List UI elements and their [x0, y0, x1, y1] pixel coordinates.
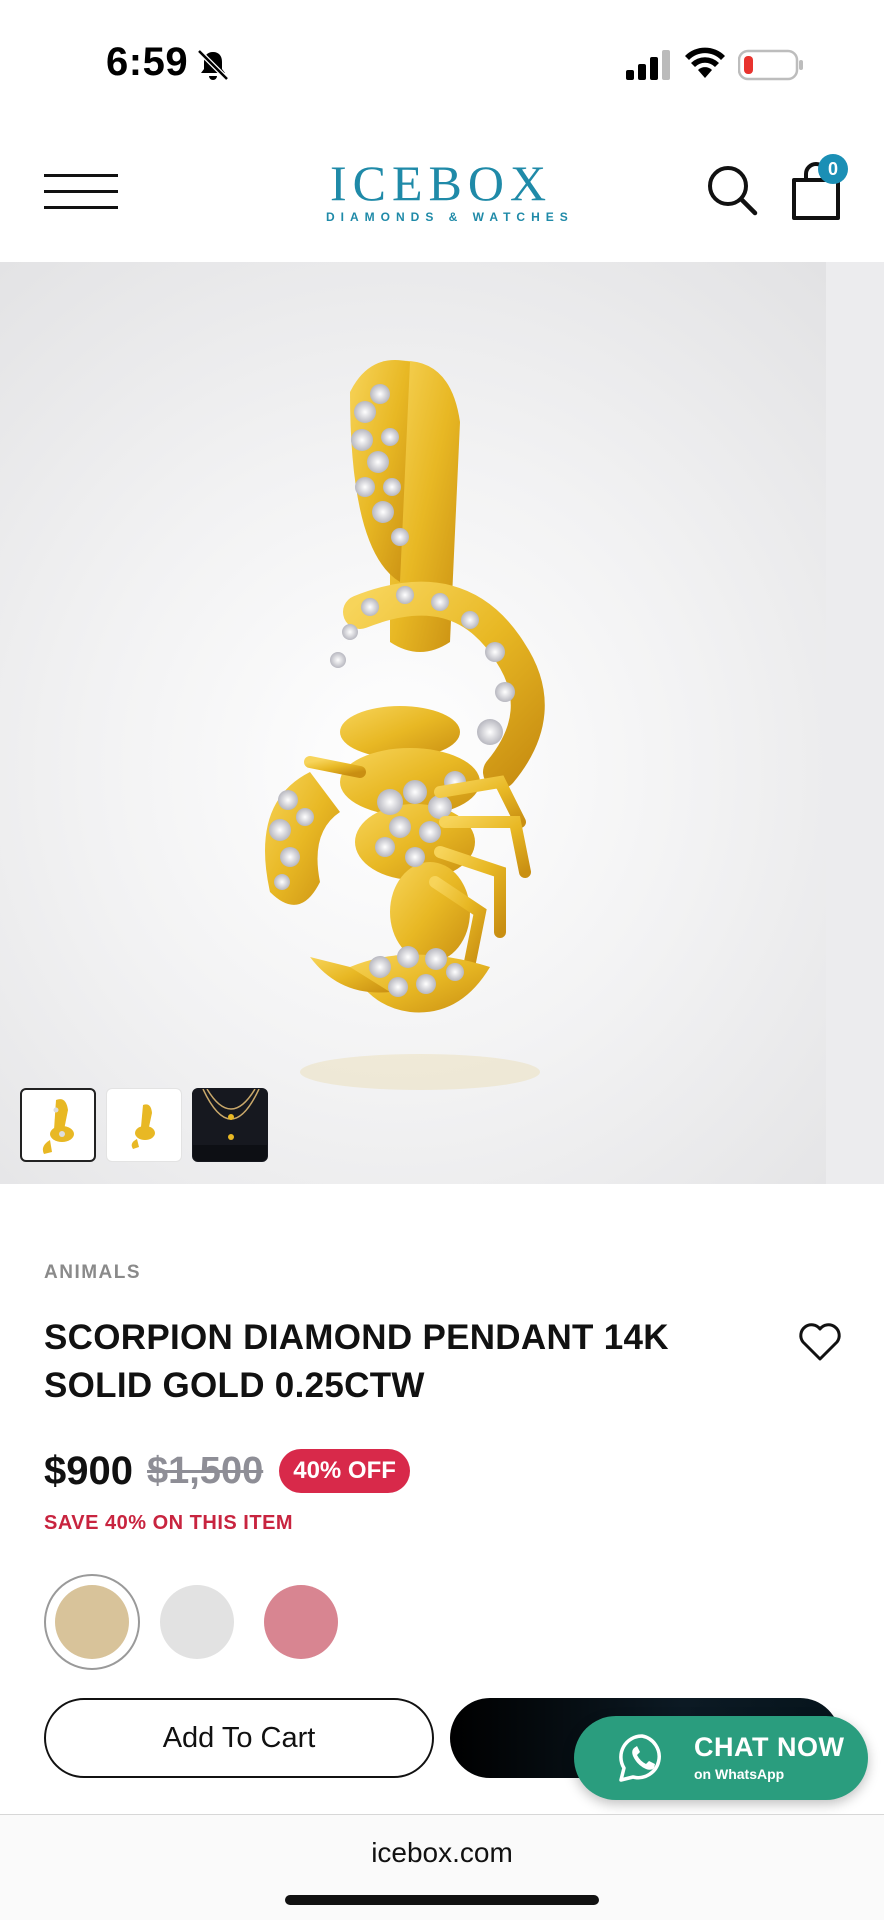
product-image-gallery[interactable] — [0, 262, 884, 1184]
site-header: ICEBOX DIAMONDS & WATCHES 0 — [0, 120, 884, 260]
swatch-yellow-gold[interactable] — [55, 1585, 129, 1659]
sale-price: $900 — [44, 1448, 133, 1493]
brand-tagline: DIAMONDS & WATCHES — [326, 210, 574, 224]
whatsapp-icon — [619, 1734, 661, 1782]
brand-name: ICEBOX — [329, 155, 553, 211]
original-price: $1,500 — [146, 1449, 264, 1492]
product-title: SCORPION DIAMOND PENDANT 14K SOLID GOLD … — [44, 1318, 669, 1405]
brand-logo[interactable]: ICEBOX DIAMONDS & WATCHES — [326, 155, 574, 224]
product-category[interactable]: ANIMALS — [44, 1262, 141, 1284]
worn-on-model-thumbnail[interactable] — [192, 1088, 268, 1162]
url-text[interactable]: icebox.com — [0, 1837, 884, 1869]
bell-slash-icon — [197, 49, 229, 81]
whatsapp-chat-button[interactable]: CHAT NOW on WhatsApp — [574, 1716, 868, 1800]
pendant-thumbnail[interactable] — [20, 1088, 96, 1162]
wifi-icon — [685, 47, 725, 78]
scorpion-pendant-image — [265, 360, 545, 1090]
home-indicator[interactable] — [285, 1895, 599, 1905]
chat-now-label: CHAT NOW — [694, 1732, 845, 1762]
next-image-peek — [826, 262, 884, 1184]
add-to-cart-button[interactable]: Add To Cart — [44, 1698, 434, 1778]
battery-low-icon — [738, 49, 803, 81]
heart-icon[interactable] — [798, 1322, 842, 1362]
swatch-rose-gold[interactable] — [264, 1585, 338, 1659]
status-bar: 6:59 — [0, 0, 884, 120]
thumbnail-strip — [20, 1088, 268, 1164]
savings-text: SAVE 40% ON THIS ITEM — [44, 1512, 294, 1534]
cellular-signal-icon — [626, 50, 670, 80]
cart-count-badge: 0 — [818, 154, 848, 184]
chat-sub-label: on WhatsApp — [694, 1766, 785, 1782]
search-icon[interactable] — [706, 164, 758, 216]
price-row: $900 $1,500 40% OFF — [44, 1446, 410, 1496]
pendant-angle-thumbnail[interactable] — [106, 1088, 182, 1162]
discount-badge: 40% OFF — [279, 1449, 410, 1493]
menu-icon[interactable] — [44, 172, 118, 212]
status-time: 6:59 — [106, 40, 189, 84]
swatch-white-gold[interactable] — [160, 1585, 234, 1659]
browser-address-bar[interactable]: icebox.com — [0, 1814, 884, 1920]
